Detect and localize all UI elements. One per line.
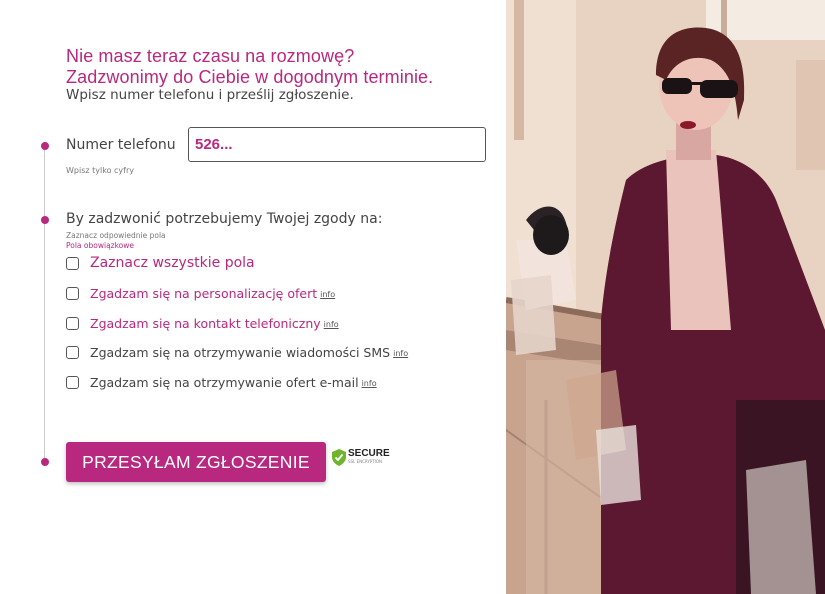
info-link[interactable]: info xyxy=(324,320,339,329)
consents-hint: Zaznacz odpowiednie pola xyxy=(66,231,166,240)
consent-label[interactable]: Zgadzam się na otrzymywanie ofert e-mail xyxy=(90,375,359,390)
consent-checkbox[interactable] xyxy=(66,287,79,300)
heading-line1: Nie masz teraz czasu na rozmowę? xyxy=(66,46,355,66)
select-all-checkbox[interactable] xyxy=(66,256,79,270)
hero-photo xyxy=(506,0,825,594)
consents-title: By zadzwonić potrzebujemy Twojej zgody n… xyxy=(66,211,383,227)
heading-subtitle: Wpisz numer telefonu i prześlij zgłoszen… xyxy=(66,87,354,103)
step-dot-consents xyxy=(41,216,49,224)
submit-button[interactable]: PRZESYŁAM ZGŁOSZENIE xyxy=(66,442,326,482)
step-dot-phone xyxy=(41,142,49,150)
info-link[interactable]: info xyxy=(393,349,408,358)
info-link[interactable]: info xyxy=(320,290,335,299)
consent-checkbox[interactable] xyxy=(66,376,79,389)
consent-row-sms[interactable]: Zgadzam się na otrzymywanie wiadomości S… xyxy=(66,345,408,360)
select-all-label[interactable]: Zaznacz wszystkie pola xyxy=(90,255,255,271)
secure-sublabel: SSL ENCRYPTION xyxy=(348,458,383,464)
consent-label[interactable]: Zgadzam się na personalizację ofert xyxy=(90,286,317,301)
consent-row-personalization[interactable]: Zgadzam się na personalizację ofert info xyxy=(66,286,335,301)
consent-checkbox[interactable] xyxy=(66,317,79,330)
step-dot-submit xyxy=(41,458,49,466)
select-all-row[interactable]: Zaznacz wszystkie pola xyxy=(66,255,255,271)
timeline-line xyxy=(44,146,45,462)
secure-label: SECURE xyxy=(348,447,390,459)
heading-line2: Zadzwonimy do Ciebie w dogodnym terminie… xyxy=(66,67,434,87)
info-link[interactable]: info xyxy=(362,379,377,388)
callback-form: Nie masz teraz czasu na rozmowę? Zadzwon… xyxy=(0,0,506,594)
consent-label[interactable]: Zgadzam się na kontakt telefoniczny xyxy=(90,316,321,331)
consent-label[interactable]: Zgadzam się na otrzymywanie wiadomości S… xyxy=(90,345,390,360)
required-note: Pola obowiązkowe xyxy=(66,241,135,250)
woman-shopping-image xyxy=(506,0,825,594)
phone-input[interactable] xyxy=(188,127,486,162)
secure-badge: SECURE SSL ENCRYPTION xyxy=(332,447,390,466)
consent-row-phone-contact[interactable]: Zgadzam się na kontakt telefoniczny info xyxy=(66,316,339,331)
consent-checkbox[interactable] xyxy=(66,346,79,359)
shield-check-icon xyxy=(332,449,346,466)
consent-row-email[interactable]: Zgadzam się na otrzymywanie ofert e-mail… xyxy=(66,375,377,390)
phone-label: Numer telefonu xyxy=(66,137,176,153)
phone-hint: Wpisz tylko cyfry xyxy=(66,166,134,175)
